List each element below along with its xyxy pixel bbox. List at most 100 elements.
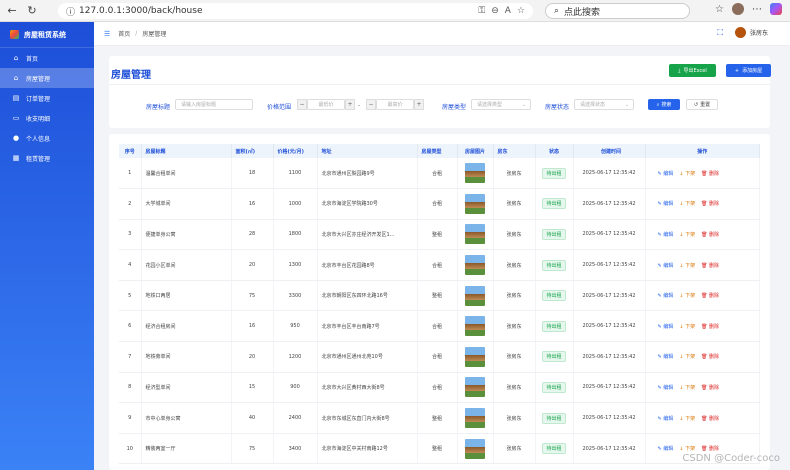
status-badge: 待出租 <box>542 381 566 393</box>
delete-button[interactable]: 🗑 删除 <box>701 232 719 238</box>
cell-area: 15 <box>231 372 274 404</box>
cell-no: 2 <box>119 188 142 220</box>
edit-button[interactable]: ✎ 编辑 <box>658 385 674 391</box>
breadcrumb-separator: / <box>135 30 138 37</box>
delete-button[interactable]: 🗑 删除 <box>701 446 719 452</box>
offline-button[interactable]: ↓ 下架 <box>679 171 695 177</box>
sidebar-item-finance[interactable]: ▭ 收支明细 <box>0 108 94 128</box>
min-price-increment[interactable]: + <box>345 99 355 110</box>
sidebar-item-house[interactable]: ⌂ 房屋管理 <box>0 68 94 88</box>
cell-status: 待出租 <box>535 341 574 373</box>
delete-icon: 🗑 <box>701 415 710 422</box>
offline-button[interactable]: ↓ 下架 <box>679 293 695 299</box>
edit-button[interactable]: ✎ 编辑 <box>658 293 674 299</box>
house-thumbnail[interactable] <box>465 255 485 276</box>
offline-button[interactable]: ↓ 下架 <box>679 446 695 452</box>
delete-icon: 🗑 <box>701 323 710 330</box>
min-price-decrement[interactable]: − <box>297 99 307 110</box>
cell-price: 950 <box>273 310 318 343</box>
status-filter-select[interactable]: 请选择状态 ⌄ <box>574 99 634 110</box>
house-thumbnail[interactable] <box>465 408 485 429</box>
menu-icon[interactable]: ⋯ <box>752 4 762 15</box>
offline-button[interactable]: ↓ 下架 <box>679 416 695 422</box>
house-thumbnail[interactable] <box>465 346 485 367</box>
delete-button[interactable]: 🗑 删除 <box>701 293 719 299</box>
zoom-icon[interactable]: ⊖ <box>491 6 499 16</box>
cell-status: 待出租 <box>535 402 574 434</box>
cell-image <box>457 372 494 404</box>
star-icon[interactable]: ☆ <box>517 6 525 16</box>
search-button[interactable]: ⌕ 搜索 <box>648 99 680 110</box>
edit-button[interactable]: ✎ 编辑 <box>658 446 674 452</box>
title-filter-input[interactable]: 请输入房屋标题 <box>175 99 253 110</box>
breadcrumb-home[interactable]: 首页 <box>118 29 130 38</box>
cell-status: 待出租 <box>535 310 574 343</box>
edit-button[interactable]: ✎ 编辑 <box>658 263 674 269</box>
min-price-input[interactable]: 最低价 <box>307 99 345 110</box>
browser-search[interactable]: ⌕ 点此搜索 <box>545 3 690 19</box>
edit-button[interactable]: ✎ 编辑 <box>658 232 674 238</box>
read-aloud-icon[interactable]: A <box>505 6 511 16</box>
delete-button[interactable]: 🗑 删除 <box>701 416 719 422</box>
cell-actions: ✎ 编辑 ↓ 下架 🗑 删除 <box>645 372 760 404</box>
delete-button[interactable]: 🗑 删除 <box>701 324 719 330</box>
delete-button[interactable]: 🗑 删除 <box>701 171 719 177</box>
delete-button[interactable]: 🗑 删除 <box>701 354 719 360</box>
edit-button[interactable]: ✎ 编辑 <box>658 324 674 330</box>
status-badge: 待出租 <box>542 443 566 455</box>
sidebar-item-home[interactable]: ⌂ 首页 <box>0 48 94 68</box>
offline-button[interactable]: ↓ 下架 <box>679 354 695 360</box>
back-icon[interactable]: ← <box>4 3 20 19</box>
export-excel-button[interactable]: ⤓ 导出Excel <box>669 64 716 77</box>
sidebar-item-label: 个人信息 <box>26 135 51 143</box>
delete-button[interactable]: 🗑 删除 <box>701 201 719 207</box>
status-placeholder: 请选择状态 <box>580 102 606 108</box>
edit-button[interactable]: ✎ 编辑 <box>658 171 674 177</box>
sidebar-item-profile[interactable]: ● 个人信息 <box>0 128 94 148</box>
sidebar-item-orders[interactable]: ▤ 订单管理 <box>0 88 94 108</box>
type-filter-select[interactable]: 请选择类型 ⌄ <box>471 99 531 110</box>
offline-button[interactable]: ↓ 下架 <box>679 201 695 207</box>
delete-button[interactable]: 🗑 删除 <box>701 385 719 391</box>
type-placeholder: 请选择类型 <box>477 102 503 108</box>
house-thumbnail[interactable] <box>465 163 485 184</box>
action-label: 删除 <box>709 262 720 269</box>
house-thumbnail[interactable] <box>465 193 485 214</box>
cell-address: 北京市丰台区丰台南路7号 <box>317 310 418 343</box>
edit-button[interactable]: ✎ 编辑 <box>658 354 674 360</box>
profile-avatar[interactable] <box>732 3 744 15</box>
cell-area: 16 <box>231 310 274 343</box>
add-house-button[interactable]: + 添加房屋 <box>726 64 771 77</box>
offline-button[interactable]: ↓ 下架 <box>679 263 695 269</box>
status-filter-label: 房屋状态 <box>545 104 570 111</box>
user-menu[interactable]: 张房东 <box>734 27 768 38</box>
max-price-decrement[interactable]: − <box>366 99 376 110</box>
house-thumbnail[interactable] <box>465 438 485 459</box>
offline-button[interactable]: ↓ 下架 <box>679 324 695 330</box>
address-bar[interactable]: ⓘ 127.0.0.1:3000/back/house ⚿ ⊖ A ☆ <box>58 3 533 19</box>
house-thumbnail[interactable] <box>465 285 485 306</box>
favorites-icon[interactable]: ☆ <box>715 4 724 15</box>
sidebar-item-lease[interactable]: ▦ 租赁管理 <box>0 148 94 168</box>
delete-button[interactable]: 🗑 删除 <box>701 263 719 269</box>
fullscreen-icon[interactable]: ⛶ <box>717 28 723 38</box>
max-price-increment[interactable]: + <box>414 99 424 110</box>
copilot-icon[interactable] <box>770 3 782 15</box>
sidebar-item-label: 收支明细 <box>26 115 51 123</box>
edit-button[interactable]: ✎ 编辑 <box>658 416 674 422</box>
action-label: 编辑 <box>663 170 674 177</box>
edit-button[interactable]: ✎ 编辑 <box>658 201 674 207</box>
house-thumbnail[interactable] <box>465 224 485 245</box>
offline-button[interactable]: ↓ 下架 <box>679 232 695 238</box>
house-thumbnail[interactable] <box>465 377 485 398</box>
reload-icon[interactable]: ↻ <box>24 3 40 19</box>
key-icon[interactable]: ⚿ <box>478 6 485 16</box>
offline-button[interactable]: ↓ 下架 <box>679 385 695 391</box>
reset-button[interactable]: ↺ 重置 <box>686 99 718 110</box>
collapse-menu-icon[interactable]: ☰ <box>104 30 110 38</box>
house-thumbnail[interactable] <box>465 316 485 337</box>
action-label: 下架 <box>685 384 696 391</box>
max-price-input[interactable]: 最高价 <box>376 99 414 110</box>
status-badge: 待出租 <box>542 259 566 271</box>
breadcrumb-current: 房屋管理 <box>142 31 167 38</box>
